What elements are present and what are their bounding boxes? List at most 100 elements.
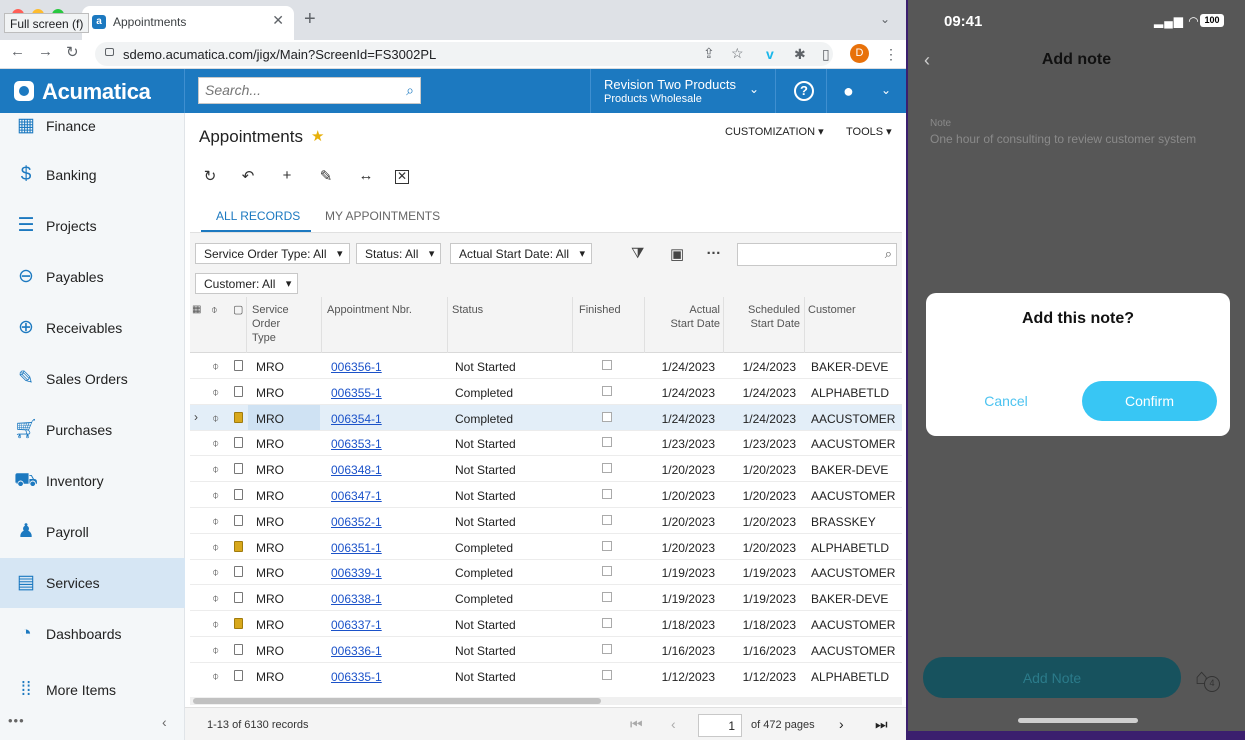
table-row[interactable]: › ⌽ MRO 006354-1 Completed 1/24/2023 1/24/2023… xyxy=(190,404,902,431)
attachment-icon[interactable]: ⌽ xyxy=(212,617,219,632)
appointment-link[interactable]: 006348-1 xyxy=(331,463,382,477)
collapse-sidebar-icon[interactable]: ‹ xyxy=(162,714,167,730)
page-number-input[interactable]: 1 xyxy=(698,714,742,737)
table-row[interactable]: ⌽ MRO 006356-1 Not Started 1/24/2023 1/24/202… xyxy=(190,353,902,379)
attachment-icon[interactable]: ⌽ xyxy=(212,436,219,451)
scrollbar-thumb[interactable] xyxy=(193,698,601,704)
table-row[interactable]: ⌽ MRO 006336-1 Not Started 1/16/2023 1/16/202… xyxy=(190,637,902,663)
export-excel-icon[interactable]: ✕ xyxy=(395,170,409,184)
status-filter[interactable]: Status: All xyxy=(356,243,442,264)
new-tab-icon[interactable]: + xyxy=(304,9,316,29)
search-icon[interactable]: ⌕ xyxy=(406,82,414,99)
prev-page-icon[interactable]: ‹ xyxy=(671,716,676,732)
col-customer[interactable]: Customer xyxy=(808,303,856,317)
next-page-icon[interactable]: › xyxy=(839,716,844,732)
confirm-button[interactable]: Confirm xyxy=(1082,381,1217,421)
table-row[interactable]: ⌽ MRO 006352-1 Not Started 1/20/2023 1/20/202… xyxy=(190,508,902,534)
note-empty-icon[interactable] xyxy=(234,463,243,475)
browser-menu-icon[interactable]: ⋮ xyxy=(884,46,898,63)
note-filled-icon[interactable] xyxy=(234,411,243,423)
appointment-link[interactable]: 006354-1 xyxy=(331,412,382,426)
grid-settings-icon[interactable]: ▦ xyxy=(192,303,201,317)
sidebar-item-services[interactable]: ▤ Services xyxy=(0,558,185,608)
sidebar-item-dashboards[interactable]: ◔ Dashboards xyxy=(0,609,185,659)
table-row[interactable]: ⌽ MRO 006337-1 Not Started 1/18/2023 1/18/202… xyxy=(190,611,902,637)
attachment-icon[interactable]: ⌽ xyxy=(212,359,219,374)
attachment-icon[interactable]: ⌽ xyxy=(212,565,219,580)
tab-search-chevron-icon[interactable]: ⌄ xyxy=(880,12,890,26)
last-page-icon[interactable]: ⏭ xyxy=(875,716,888,733)
note-empty-icon[interactable] xyxy=(234,360,243,371)
col-appointment-nbr[interactable]: Appointment Nbr. xyxy=(327,303,412,317)
user-menu[interactable]: ● ⌄ xyxy=(826,69,906,113)
note-empty-icon[interactable] xyxy=(234,385,243,397)
tab-close-icon[interactable]: ✕ xyxy=(272,12,284,29)
share-icon[interactable]: ⇪ xyxy=(703,45,715,62)
table-row[interactable]: ⌽ MRO 006338-1 Completed 1/19/2023 1/19/2023 B… xyxy=(190,585,902,612)
finished-checkbox[interactable] xyxy=(602,540,612,551)
refresh-icon[interactable]: ↻ xyxy=(200,167,220,187)
attachment-icon[interactable]: ⌽ xyxy=(212,488,219,503)
finished-checkbox[interactable] xyxy=(602,360,612,370)
finished-checkbox[interactable] xyxy=(602,463,612,474)
appointment-link[interactable]: 006335-1 xyxy=(331,670,382,684)
filter-funnel-icon[interactable]: ⧩ xyxy=(631,245,644,262)
table-row[interactable]: ⌽ MRO 006351-1 Completed 1/20/2023 1/20/2023 A… xyxy=(190,534,902,560)
more-filters-icon[interactable]: … xyxy=(706,241,721,258)
col-service-order-type[interactable]: Service Order Type xyxy=(252,303,289,345)
service-order-type-filter[interactable]: Service Order Type: All xyxy=(195,243,350,264)
more-options-dots-icon[interactable]: ••• xyxy=(8,713,25,728)
finished-checkbox[interactable] xyxy=(602,592,612,603)
tools-menu[interactable]: TOOLS ▾ xyxy=(846,125,892,138)
save-filter-icon[interactable]: ▣ xyxy=(670,245,684,263)
col-finished[interactable]: Finished xyxy=(579,303,621,317)
appointment-link[interactable]: 006356-1 xyxy=(331,360,382,374)
fit-columns-icon[interactable]: ↔ xyxy=(356,167,376,187)
finished-checkbox[interactable] xyxy=(602,411,612,422)
add-note-button[interactable]: Add Note xyxy=(923,657,1181,698)
finished-checkbox[interactable] xyxy=(602,669,612,680)
appointment-link[interactable]: 006337-1 xyxy=(331,618,382,632)
horizontal-scrollbar[interactable] xyxy=(190,697,902,705)
sidebar-item-banking[interactable]: $ Banking xyxy=(0,150,185,200)
bookmark-star-icon[interactable]: ☆ xyxy=(731,45,744,62)
appointment-link[interactable]: 006353-1 xyxy=(331,437,382,451)
sidebar-item-more-items[interactable]: ⁞⁞ More Items xyxy=(0,665,185,715)
sidebar-item-payables[interactable]: ⊖ Payables xyxy=(0,252,185,302)
attachment-icon[interactable]: ⌽ xyxy=(212,385,219,400)
home-indicator[interactable] xyxy=(1018,718,1138,723)
tab-all-records[interactable]: ALL RECORDS xyxy=(216,209,300,223)
table-row[interactable]: ⌽ MRO 006353-1 Not Started 1/23/2023 1/23/202… xyxy=(190,430,902,457)
edit-pencil-icon[interactable]: ✎ xyxy=(316,167,336,187)
finished-checkbox[interactable] xyxy=(602,437,612,448)
sidebar-item-sales-orders[interactable]: ✎ Sales Orders xyxy=(0,354,185,404)
add-icon[interactable]: + xyxy=(277,167,297,187)
sidebar-item-finance[interactable]: ▦ Finance xyxy=(0,101,185,151)
side-panel-icon[interactable]: ▯ xyxy=(822,46,830,63)
finished-checkbox[interactable] xyxy=(602,618,612,628)
note-field-value[interactable]: One hour of consulting to review custome… xyxy=(930,132,1196,146)
first-page-icon[interactable]: ⏮ xyxy=(630,716,643,733)
sidebar-item-inventory[interactable]: ⛟ Inventory xyxy=(0,456,185,506)
note-empty-icon[interactable] xyxy=(234,669,243,681)
appointment-link[interactable]: 006352-1 xyxy=(331,515,382,529)
appointment-link[interactable]: 006347-1 xyxy=(331,489,382,503)
undo-icon[interactable]: ↶ xyxy=(238,167,258,187)
sidebar-item-receivables[interactable]: ⊕ Receivables xyxy=(0,303,185,353)
back-arrow-icon[interactable]: ← xyxy=(10,43,25,60)
sidebar-item-payroll[interactable]: ♟ Payroll xyxy=(0,507,185,557)
attachment-icon[interactable]: ⌽ xyxy=(212,591,219,606)
reload-icon[interactable]: ↻ xyxy=(66,43,79,61)
appointment-link[interactable]: 006355-1 xyxy=(331,386,382,400)
help-icon[interactable]: ? xyxy=(794,81,814,101)
attachment-icon[interactable]: ⌽ xyxy=(212,462,219,477)
note-empty-icon[interactable] xyxy=(234,489,243,500)
sidebar-item-projects[interactable]: ☰ Projects xyxy=(0,201,185,251)
appointment-link[interactable]: 006336-1 xyxy=(331,644,382,658)
finished-checkbox[interactable] xyxy=(602,514,612,525)
actual-start-date-filter[interactable]: Actual Start Date: All xyxy=(450,243,593,264)
note-empty-icon[interactable] xyxy=(234,592,243,604)
appointment-link[interactable]: 006351-1 xyxy=(331,541,382,555)
vimeo-extension-icon[interactable]: v xyxy=(766,46,774,62)
finished-checkbox[interactable] xyxy=(602,489,612,499)
